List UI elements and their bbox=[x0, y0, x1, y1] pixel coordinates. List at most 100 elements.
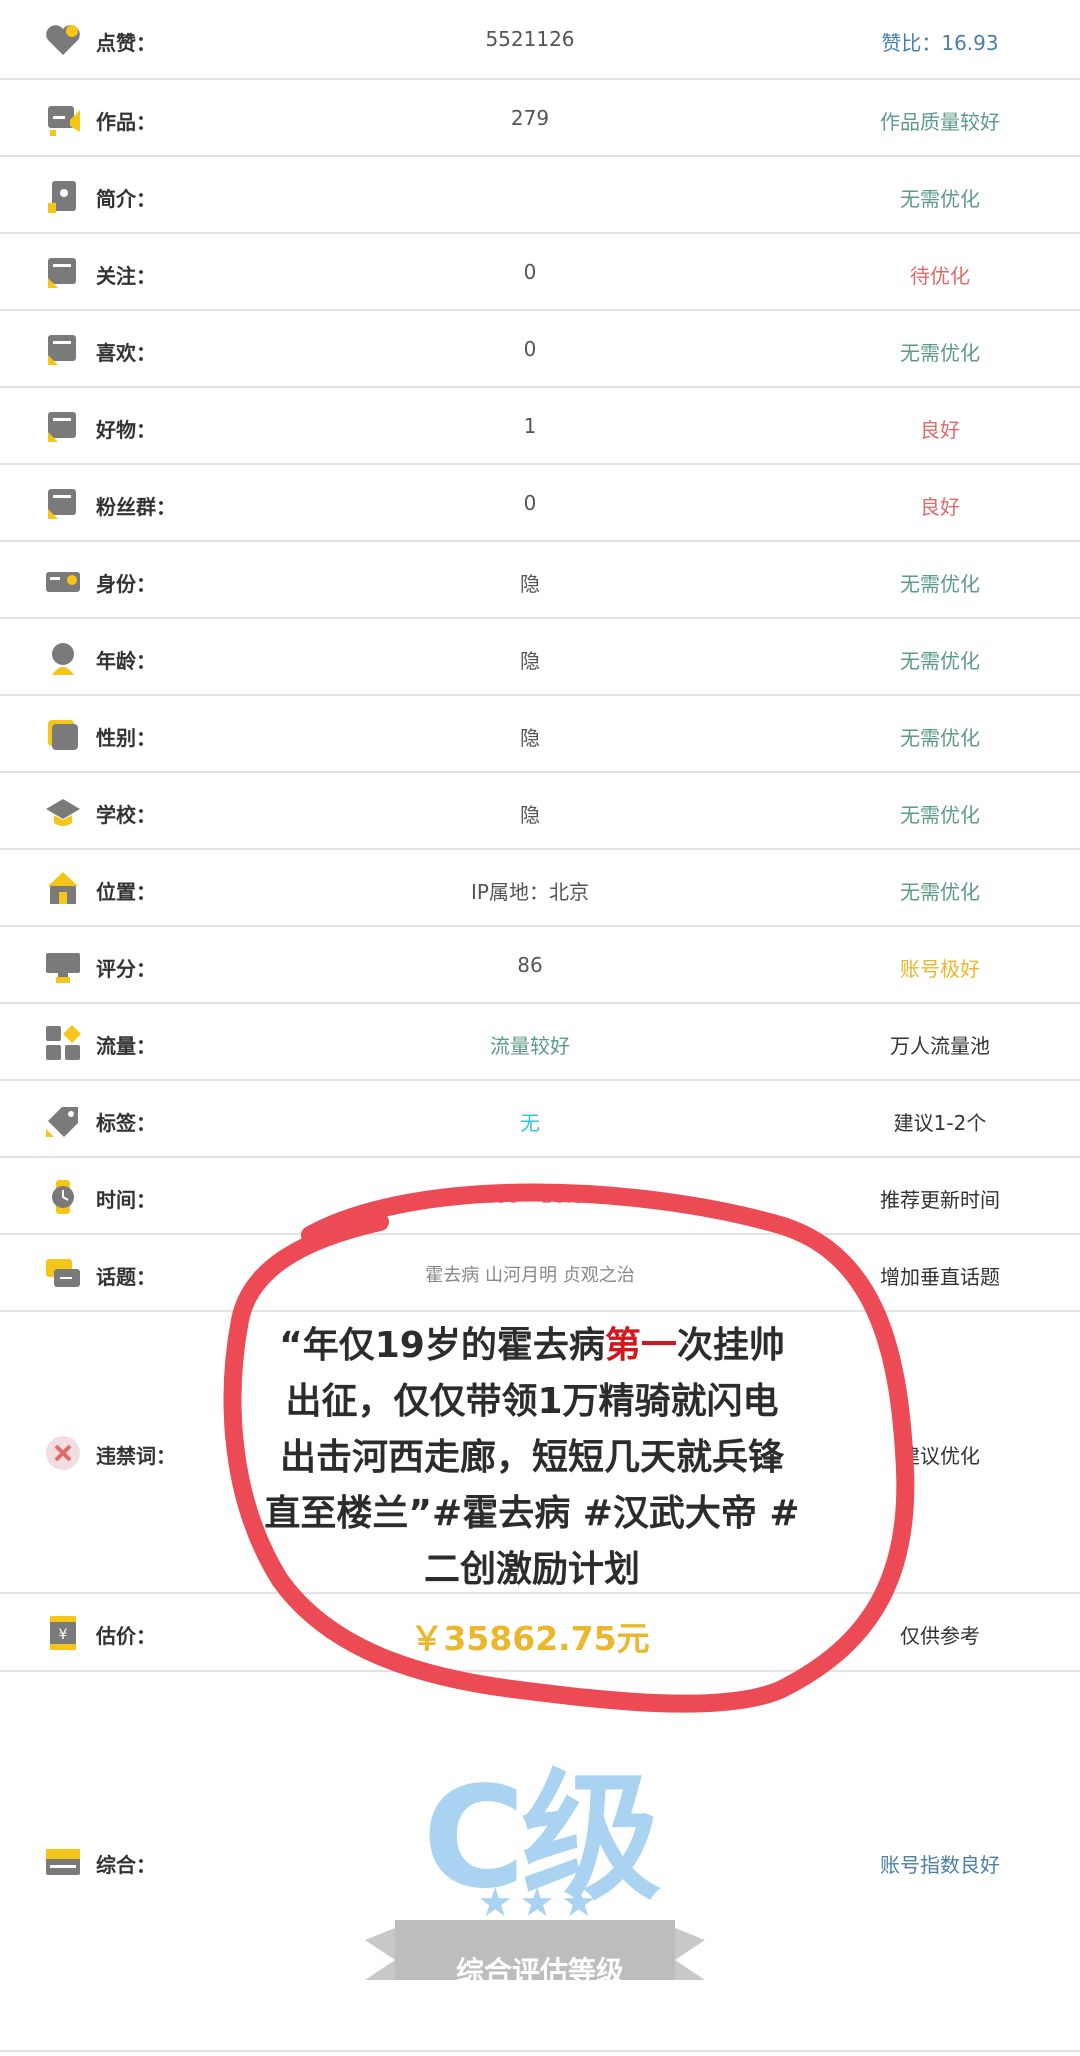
row-value: 0 bbox=[523, 259, 537, 284]
row-status: 无需优化 bbox=[900, 340, 980, 365]
table-row: 点赞： 5521126 赞比：16.93 bbox=[0, 0, 1080, 80]
row-status: 无需优化 bbox=[900, 186, 980, 211]
row-value: 279 bbox=[510, 105, 550, 130]
row-label: 身份： bbox=[96, 571, 156, 596]
row-label: 学校： bbox=[96, 802, 156, 827]
clock-icon bbox=[44, 1178, 82, 1216]
works-icon bbox=[44, 100, 82, 138]
row-status: 作品质量较好 bbox=[880, 109, 1000, 134]
row-status: 万人流量池 bbox=[890, 1033, 990, 1058]
row-label: 评分： bbox=[96, 956, 156, 981]
location-icon bbox=[44, 870, 82, 908]
row-value: 无 bbox=[520, 1110, 540, 1135]
score-icon bbox=[44, 947, 82, 985]
row-status: 无需优化 bbox=[900, 648, 980, 673]
fans-group-icon bbox=[44, 485, 82, 523]
row-status: 增加垂直话题 bbox=[880, 1264, 1000, 1289]
table-row: 时间： 14:00 - 16:00 推荐更新时间 bbox=[0, 1158, 1080, 1235]
row-label: 作品： bbox=[96, 109, 156, 134]
row-status: 无需优化 bbox=[900, 802, 980, 827]
row-label: 话题： bbox=[96, 1264, 156, 1289]
row-status: 建议优化 bbox=[900, 1444, 980, 1468]
caption-line-1: “年仅19岁的霍去病第一次挂帅 bbox=[279, 1325, 785, 1366]
row-label: 违禁词： bbox=[96, 1444, 176, 1468]
banned-words-icon bbox=[44, 1434, 82, 1472]
row-value: 0 bbox=[523, 490, 537, 515]
row-status: 无需优化 bbox=[900, 725, 980, 750]
row-label: 综合： bbox=[96, 1853, 156, 1877]
estimated-price: ￥35862.75元 bbox=[410, 1619, 650, 1658]
table-row: 粉丝群： 0 良好 bbox=[0, 465, 1080, 542]
id-card-icon bbox=[44, 562, 82, 600]
table-row: 流量： 流量较好 万人流量池 bbox=[0, 1004, 1080, 1081]
table-row: 话题： 霍去病 山河月明 贞观之治 增加垂直话题 bbox=[0, 1235, 1080, 1312]
price-icon: ¥ bbox=[44, 1614, 82, 1652]
table-row: 好物： 1 良好 bbox=[0, 388, 1080, 465]
traffic-icon bbox=[44, 1024, 82, 1062]
table-row: 评分： 86 账号极好 bbox=[0, 927, 1080, 1004]
row-label: 粉丝群： bbox=[96, 494, 176, 519]
row-label: 简介： bbox=[96, 186, 156, 211]
caption-line-3: 出击河西走廊，短短几天就兵锋 bbox=[279, 1437, 784, 1478]
row-status: 赞比：16.93 bbox=[881, 31, 999, 55]
svg-text:¥: ¥ bbox=[59, 1627, 68, 1643]
row-label: 时间： bbox=[96, 1187, 156, 1212]
row-label: 标签： bbox=[96, 1110, 156, 1135]
row-value: 5521126 bbox=[485, 27, 575, 51]
row-status: 良好 bbox=[920, 494, 960, 519]
caption-line-2: 出征，仅仅带领1万精骑就闪电 bbox=[285, 1381, 779, 1422]
table-row: 学校： 隐 无需优化 bbox=[0, 773, 1080, 850]
row-value: 14:00 - 16:00 bbox=[462, 1183, 598, 1208]
summary-icon bbox=[44, 1843, 82, 1881]
row-status: 建议1-2个 bbox=[893, 1110, 987, 1135]
row-value: IP属地：北京 bbox=[471, 879, 589, 904]
row-status: 待优化 bbox=[910, 263, 970, 288]
like-icon bbox=[44, 331, 82, 369]
row-label: 估价： bbox=[96, 1624, 156, 1648]
table-row: 标签： 无 建议1-2个 bbox=[0, 1081, 1080, 1158]
table-row: 性别： 隐 无需优化 bbox=[0, 696, 1080, 773]
row-status: 无需优化 bbox=[900, 571, 980, 596]
profile-icon bbox=[44, 177, 82, 215]
tag-icon bbox=[44, 1101, 82, 1139]
row-value: 霍去病 山河月明 贞观之治 bbox=[425, 1264, 635, 1286]
table-row: 关注： 0 待优化 bbox=[0, 234, 1080, 311]
gender-icon bbox=[44, 716, 82, 754]
row-label: 关注： bbox=[96, 263, 156, 288]
row-label: 位置： bbox=[96, 879, 156, 904]
row-status: 账号指数良好 bbox=[880, 1853, 1000, 1877]
heart-icon bbox=[44, 21, 82, 59]
row-status: 无需优化 bbox=[900, 879, 980, 904]
row-value: 隐 bbox=[520, 648, 540, 673]
row-status: 推荐更新时间 bbox=[880, 1187, 1000, 1212]
topic-icon bbox=[44, 1255, 82, 1293]
row-status: 仅供参考 bbox=[900, 1624, 980, 1648]
table-row: 作品： 279 作品质量较好 bbox=[0, 80, 1080, 157]
table-row: 简介： 无需优化 bbox=[0, 157, 1080, 234]
table-row: 位置： IP属地：北京 无需优化 bbox=[0, 850, 1080, 927]
caption-line-5: 二创激励计划 bbox=[423, 1549, 640, 1590]
row-value: 流量较好 bbox=[490, 1033, 570, 1058]
row-label: 点赞： bbox=[96, 31, 156, 55]
row-value: 0 bbox=[523, 336, 537, 361]
table-row: 年龄： 隐 无需优化 bbox=[0, 619, 1080, 696]
grade-caption: 综合评估等级 bbox=[455, 1955, 624, 1988]
row-status: 良好 bbox=[920, 417, 960, 442]
follow-icon bbox=[44, 254, 82, 292]
table-row: 身份： 隐 无需优化 bbox=[0, 542, 1080, 619]
row-label: 好物： bbox=[96, 417, 156, 442]
goods-icon bbox=[44, 408, 82, 446]
row-value: 隐 bbox=[520, 802, 540, 827]
school-icon bbox=[44, 793, 82, 831]
age-icon bbox=[44, 639, 82, 677]
row-label: 流量： bbox=[96, 1033, 156, 1058]
row-value: 1 bbox=[523, 413, 537, 438]
row-value: 隐 bbox=[520, 571, 540, 596]
highlighted-caption: “年仅19岁的霍去病第一次挂帅 出征，仅仅带领1万精骑就闪电 出击河西走廊，短短… bbox=[262, 1318, 802, 1598]
row-label: 年龄： bbox=[96, 648, 156, 673]
row-value: 86 bbox=[517, 952, 543, 977]
grade-stars: ★★★ bbox=[477, 1880, 603, 1926]
row-label: 性别： bbox=[96, 725, 156, 750]
table-row: 喜欢： 0 无需优化 bbox=[0, 311, 1080, 388]
row-value: 隐 bbox=[520, 725, 540, 750]
